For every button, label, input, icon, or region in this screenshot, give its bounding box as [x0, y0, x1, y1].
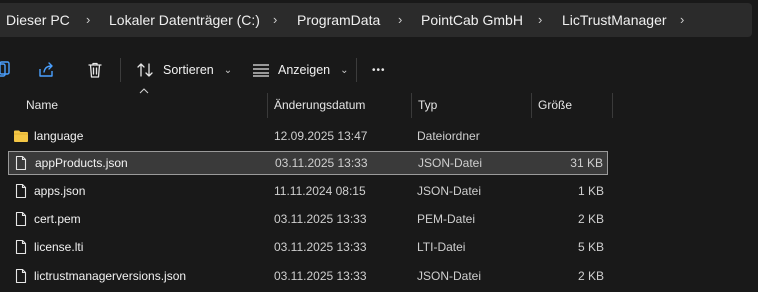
column-divider[interactable] — [531, 93, 532, 118]
delete-icon[interactable] — [83, 58, 107, 82]
file-size: 1 KB — [577, 184, 604, 198]
copy-icon[interactable] — [0, 58, 14, 82]
breadcrumb-item-lictrustmanager[interactable]: LicTrustManager — [562, 3, 667, 37]
file-date: 03.11.2025 13:33 — [275, 156, 368, 170]
file-row[interactable]: lictrustmanagerversions.json 03.11.2025 … — [8, 264, 608, 288]
column-header-date[interactable]: Änderungsdatum — [274, 92, 365, 118]
file-name: license.lti — [34, 240, 84, 254]
file-date: 03.11.2025 13:33 — [274, 212, 367, 226]
sort-ascending-icon — [139, 88, 149, 94]
sort-button[interactable]: Sortieren ⌄ — [137, 56, 232, 84]
file-icon — [15, 155, 27, 171]
file-size: 2 KB — [577, 269, 604, 283]
file-type: PEM-Datei — [417, 212, 476, 226]
breadcrumb-separator-icon[interactable]: › — [538, 3, 542, 37]
column-header-name[interactable]: Name — [26, 92, 58, 118]
address-bar[interactable]: Dieser PC › Lokaler Datenträger (C:) › P… — [0, 3, 752, 37]
file-type: JSON-Datei — [417, 269, 482, 283]
file-size: 5 KB — [577, 240, 604, 254]
toolbar-divider — [120, 58, 121, 82]
file-type: JSON-Datei — [418, 156, 483, 170]
file-row[interactable]: cert.pem 03.11.2025 13:33 PEM-Datei 2 KB — [8, 207, 608, 231]
sort-label: Sortieren — [163, 63, 214, 77]
file-row[interactable]: language 12.09.2025 13:47 Dateiordner — [8, 124, 608, 148]
file-date: 03.11.2025 13:33 — [274, 240, 367, 254]
file-date: 03.11.2025 13:33 — [274, 269, 367, 283]
column-divider[interactable] — [411, 93, 412, 118]
file-icon — [15, 211, 27, 227]
file-name: appProducts.json — [35, 156, 128, 170]
file-size: 31 KB — [570, 156, 603, 170]
file-name: lictrustmanagerversions.json — [34, 269, 187, 283]
file-type: JSON-Datei — [417, 184, 482, 198]
file-size — [534, 124, 604, 148]
more-options-button[interactable]: ••• — [372, 56, 386, 84]
view-icon — [253, 64, 269, 77]
toolbar-divider — [356, 58, 357, 82]
file-name: apps.json — [34, 184, 86, 198]
breadcrumb-item-local-disk[interactable]: Lokaler Datenträger (C:) — [109, 3, 260, 37]
breadcrumb-separator-icon[interactable]: › — [86, 3, 90, 37]
sort-icon — [137, 63, 153, 77]
share-icon[interactable] — [34, 58, 58, 82]
column-divider[interactable] — [267, 93, 268, 118]
file-type: LTI-Datei — [417, 240, 466, 254]
breadcrumb-separator-icon[interactable]: › — [398, 3, 402, 37]
column-header-type[interactable]: Typ — [418, 92, 437, 118]
breadcrumb-item-pointcab[interactable]: PointCab GmbH — [421, 3, 523, 37]
column-header-size[interactable]: Größe — [538, 92, 572, 118]
breadcrumb-separator-icon[interactable]: › — [680, 3, 684, 37]
file-name: language — [34, 129, 84, 143]
file-row-selected[interactable]: appProducts.json 03.11.2025 13:33 JSON-D… — [8, 151, 608, 175]
breadcrumb-item-this-pc[interactable]: Dieser PC — [6, 3, 70, 37]
file-icon — [15, 268, 27, 284]
file-row[interactable]: apps.json 11.11.2024 08:15 JSON-Datei 1 … — [8, 179, 608, 203]
file-size: 2 KB — [577, 212, 604, 226]
file-icon — [15, 183, 27, 199]
folder-icon — [14, 130, 28, 142]
breadcrumb-item-programdata[interactable]: ProgramData — [297, 3, 380, 37]
view-label: Anzeigen — [278, 63, 331, 77]
chevron-down-icon: ⌄ — [223, 64, 233, 76]
file-icon — [15, 239, 27, 255]
file-name: cert.pem — [34, 212, 81, 226]
breadcrumb-separator-icon[interactable]: › — [273, 3, 277, 37]
file-date: 11.11.2024 08:15 — [274, 184, 366, 198]
file-type: Dateiordner — [417, 129, 480, 143]
view-button[interactable]: Anzeigen ⌄ — [252, 56, 349, 84]
file-row[interactable]: license.lti 03.11.2025 13:33 LTI-Datei 5… — [8, 235, 608, 259]
file-date: 12.09.2025 13:47 — [274, 129, 368, 143]
chevron-down-icon: ⌄ — [340, 64, 349, 76]
column-divider[interactable] — [612, 93, 613, 118]
